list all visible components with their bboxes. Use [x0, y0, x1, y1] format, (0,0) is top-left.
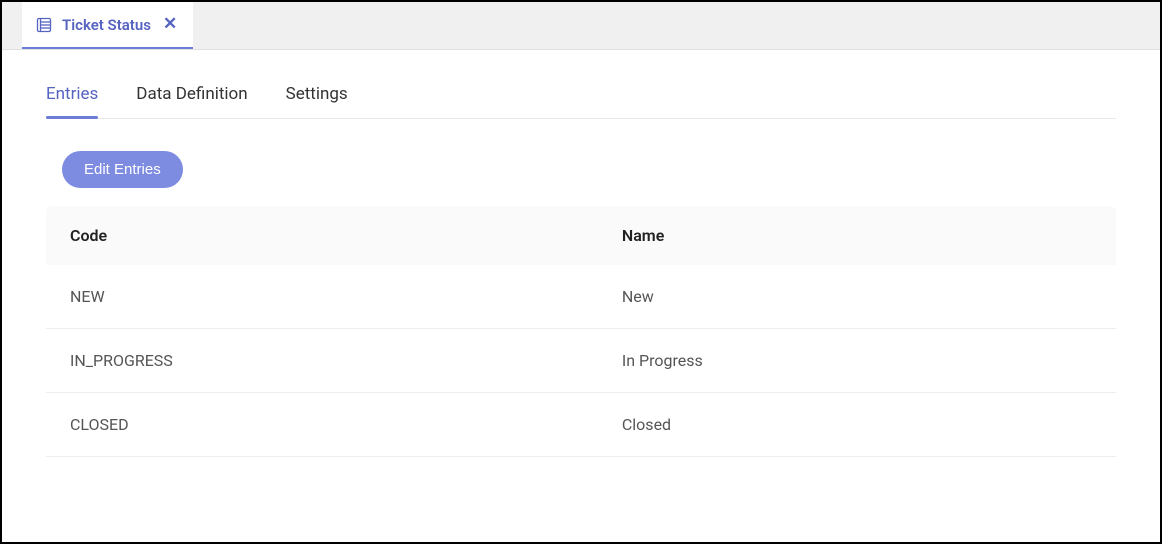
close-icon[interactable]: ✕ — [161, 14, 179, 35]
cell-name: Closed — [622, 415, 1092, 434]
table-header: Code Name — [46, 206, 1116, 265]
content-area: Entries Data Definition Settings Edit En… — [2, 50, 1160, 457]
cell-code: IN_PROGRESS — [70, 351, 622, 370]
cell-code: CLOSED — [70, 415, 622, 434]
header-code: Code — [70, 226, 622, 245]
table-row[interactable]: CLOSED Closed — [46, 393, 1116, 457]
tab-title: Ticket Status — [62, 16, 151, 34]
list-icon — [36, 17, 52, 33]
nav-tab-entries[interactable]: Entries — [46, 84, 98, 118]
top-bar: Ticket Status ✕ — [2, 2, 1160, 50]
header-name: Name — [622, 226, 1092, 245]
nav-tab-settings[interactable]: Settings — [286, 84, 348, 118]
cell-code: NEW — [70, 287, 622, 306]
table-row[interactable]: NEW New — [46, 265, 1116, 329]
nav-tabs: Entries Data Definition Settings — [46, 50, 1116, 119]
cell-name: In Progress — [622, 351, 1092, 370]
edit-entries-button[interactable]: Edit Entries — [62, 151, 183, 188]
cell-name: New — [622, 287, 1092, 306]
nav-tab-data-definition[interactable]: Data Definition — [136, 84, 247, 118]
tab-ticket-status[interactable]: Ticket Status ✕ — [22, 2, 193, 49]
table-row[interactable]: IN_PROGRESS In Progress — [46, 329, 1116, 393]
entries-table: Code Name NEW New IN_PROGRESS In Progres… — [46, 206, 1116, 457]
